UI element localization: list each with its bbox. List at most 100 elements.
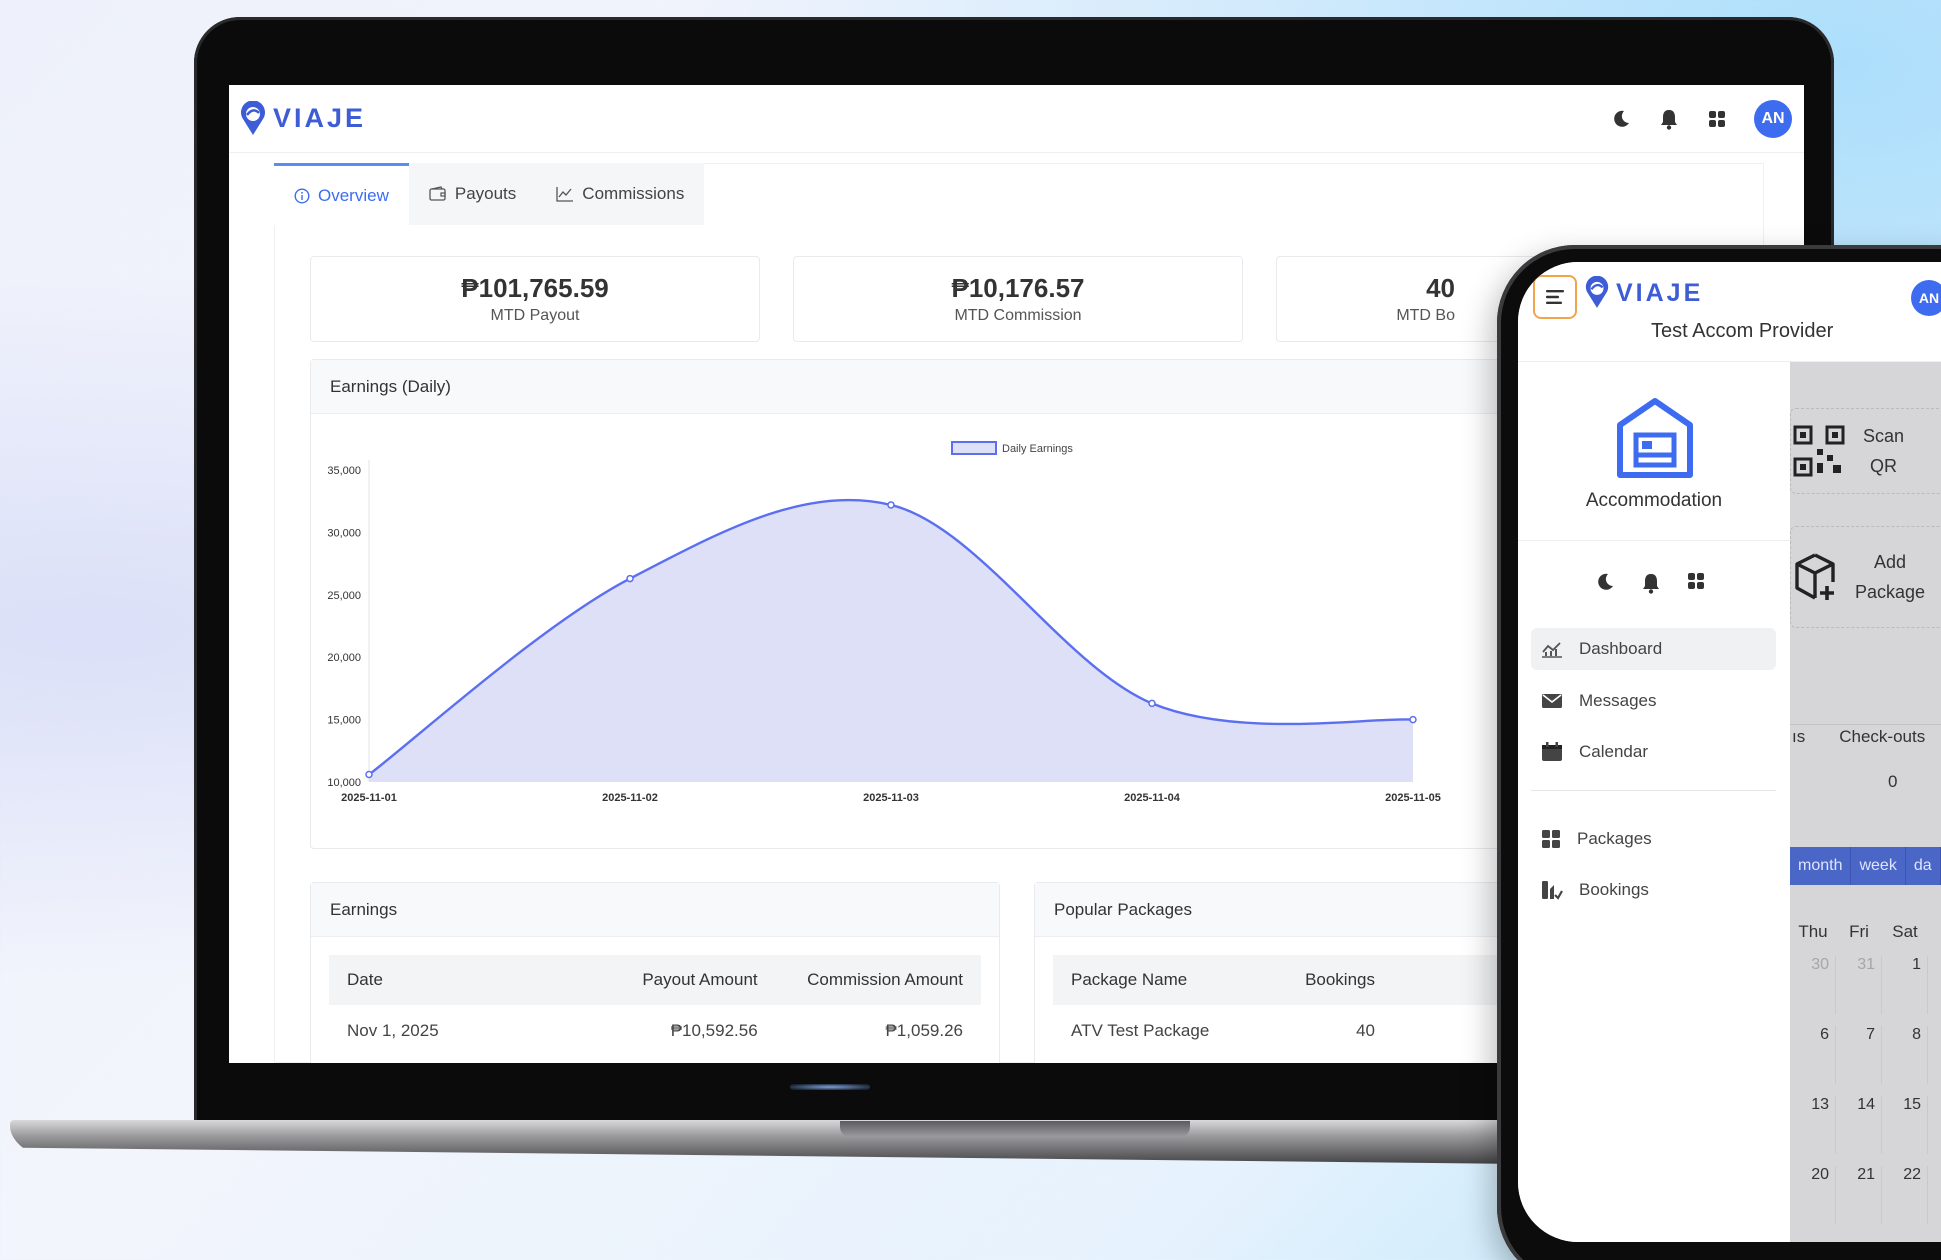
calendar-day[interactable]: 22 (1882, 1166, 1928, 1224)
bell-icon[interactable] (1658, 108, 1680, 130)
weekday-label: Thu (1798, 922, 1828, 941)
nav-item-messages[interactable]: Messages (1531, 680, 1776, 722)
tab-overview-label: Overview (318, 185, 389, 205)
add-package-line: Add (1874, 552, 1907, 572)
wallet-icon (429, 186, 446, 201)
mail-icon (1542, 694, 1562, 708)
tab-commissions[interactable]: Commissions (536, 163, 705, 225)
x-tick-label: 2025-11-02 (602, 792, 658, 804)
bell-icon[interactable] (1641, 572, 1661, 594)
view-tab-month[interactable]: month (1790, 847, 1852, 885)
calendar-week-row: 13 14 15 (1790, 1096, 1928, 1154)
nav-label: Bookings (1579, 880, 1649, 899)
data-point (1409, 715, 1417, 724)
table-cell: ₱1,059.26 (885, 1021, 963, 1040)
tab-payouts[interactable]: Payouts (408, 163, 537, 225)
kpi-label: MTD Bo (1396, 307, 1455, 324)
column-header: Payout Amount (642, 970, 758, 989)
calendar-day[interactable]: 30 (1790, 956, 1836, 1014)
divider (1790, 724, 1941, 725)
apps-grid-icon[interactable] (1687, 572, 1705, 590)
avatar[interactable]: AN (1911, 280, 1941, 316)
add-package-icon (1795, 553, 1835, 600)
stats-column-header: Check-outs (1839, 727, 1926, 746)
brand-name: VIAJE (1616, 278, 1704, 307)
nav-item-calendar[interactable]: Calendar (1531, 731, 1776, 773)
kpi-label: MTD Payout (490, 307, 580, 324)
nav-item-dashboard[interactable]: Dashboard (1531, 628, 1776, 670)
calendar-day[interactable]: 21 (1836, 1166, 1882, 1224)
mobile-sidebar: Accommodation Dashboard Messages Calenda… (1518, 362, 1790, 1242)
laptop-camera-light (790, 1084, 870, 1090)
laptop-notch (840, 1121, 1190, 1137)
mobile-quick-icons (1595, 572, 1705, 594)
scan-qr-line: QR (1870, 456, 1898, 476)
kpi-value: 40 (1426, 273, 1455, 303)
grid-icon (1542, 830, 1560, 848)
tab-overview[interactable]: Overview (274, 163, 409, 225)
y-tick-label: 15,000 (327, 715, 361, 727)
x-tick-label: 2025-11-04 (1124, 792, 1181, 804)
dashboard-tabs: Overview Payouts Commissions (274, 163, 705, 225)
calendar-day[interactable]: 1 (1882, 956, 1928, 1014)
y-tick-label: 20,000 (327, 652, 361, 664)
data-point (887, 501, 895, 509)
nav-item-packages[interactable]: Packages (1531, 818, 1776, 860)
brand-name: VIAJE (273, 103, 367, 133)
stats-column-header: ıs (1792, 727, 1806, 746)
calendar-day[interactable]: 8 (1882, 1026, 1928, 1084)
bookings-icon (1542, 881, 1563, 900)
info-icon (294, 187, 310, 204)
qr-code-icon (1793, 425, 1845, 477)
table-row[interactable]: Nov 1, 2025 ₱10,592.56 ₱1,059.26 (329, 1005, 981, 1057)
calendar-day[interactable]: 13 (1790, 1096, 1836, 1154)
table-cell: Nov 1, 2025 (347, 1021, 439, 1040)
view-tab-week[interactable]: week (1851, 847, 1906, 885)
moon-icon[interactable] (1610, 108, 1632, 130)
y-tick-label: 35,000 (327, 465, 361, 477)
nav-item-bookings[interactable]: Bookings (1531, 869, 1776, 911)
series-area (369, 500, 1413, 782)
calendar-day[interactable]: 6 (1790, 1026, 1836, 1084)
x-tick-label: 2025-11-05 (1385, 792, 1441, 804)
calendar-day[interactable]: 7 (1836, 1026, 1882, 1084)
divider (1531, 790, 1776, 791)
calendar-day[interactable]: 20 (1790, 1166, 1836, 1224)
mobile-header: VIAJE Test Accom Provider AN (1518, 262, 1941, 362)
kpi-value: ₱101,765.59 (461, 273, 609, 303)
calendar-day[interactable]: 14 (1836, 1096, 1882, 1154)
weekday-label: Fri (1849, 922, 1869, 941)
kpi-value: ₱10,176.57 (951, 273, 1085, 303)
tab-commissions-label: Commissions (582, 184, 685, 203)
kpi-mtd-payout: ₱101,765.59 MTD Payout (310, 256, 760, 342)
earnings-table-header: Date Payout Amount Commission Amount (329, 955, 981, 1005)
kpi-label: MTD Commission (954, 307, 1082, 324)
earnings-table-title: Earnings (311, 883, 999, 937)
y-tick-label: 30,000 (327, 527, 361, 539)
accommodation-icon (1617, 398, 1693, 478)
legend-label: Daily Earnings (1002, 443, 1073, 455)
calendar-week-row: 6 7 8 (1790, 1026, 1928, 1084)
avatar[interactable]: AN (1754, 99, 1792, 138)
chart-icon (1542, 642, 1562, 658)
desktop-topbar: VIAJE AN (229, 85, 1804, 153)
apps-grid-icon[interactable] (1706, 108, 1728, 130)
mobile-viaje-logo[interactable]: VIAJE (1584, 276, 1703, 310)
column-header: Package Name (1071, 970, 1188, 989)
calendar-day[interactable]: 31 (1836, 956, 1882, 1014)
add-package-button[interactable]: Add Package (1790, 526, 1941, 628)
y-tick-label: 10,000 (327, 777, 361, 789)
table-cell: ATV Test Package (1071, 1021, 1210, 1040)
line-chart-icon (556, 187, 574, 202)
moon-icon[interactable] (1595, 572, 1615, 592)
menu-toggle-button[interactable] (1533, 275, 1577, 319)
weekday-label: Sat (1892, 922, 1918, 941)
viaje-logo[interactable]: VIAJE (239, 100, 367, 137)
divider (1518, 540, 1790, 541)
scan-qr-button[interactable]: Scan QR (1790, 408, 1941, 494)
tab-payouts-label: Payouts (454, 184, 517, 203)
calendar-view-tabs: month week da (1790, 847, 1941, 885)
calendar-day[interactable]: 15 (1882, 1096, 1928, 1154)
view-tab-day[interactable]: da (1906, 847, 1941, 885)
add-package-label: Add Package (1855, 547, 1925, 607)
